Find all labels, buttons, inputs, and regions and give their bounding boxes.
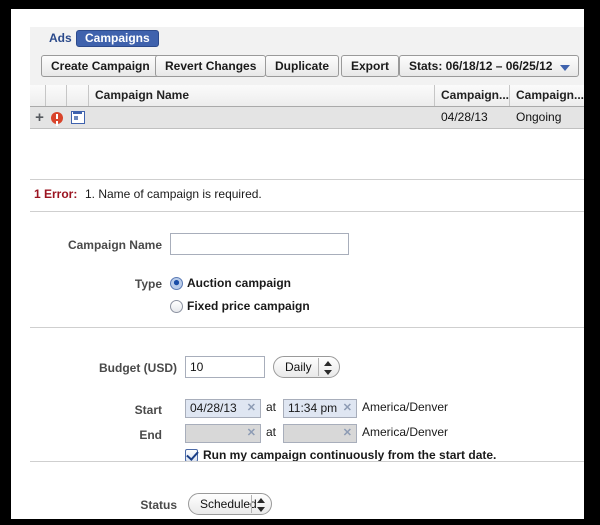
table-cell-date: 04/28/13 [441,110,488,124]
window-content: Ads Campaigns Create Campaign Revert Cha… [30,27,584,519]
start-at-label: at [266,400,277,414]
start-time-value: 11:34 pm [288,401,338,415]
table-column-campaign-4[interactable]: Campaign... [435,85,510,106]
run-continuously-label: Run my campaign continuously from the st… [203,448,497,462]
budget-label: Budget (USD) [99,361,177,375]
revert-changes-button[interactable]: Revert Changes [155,55,267,77]
start-label: Start [134,403,162,417]
divider-above-status [30,461,584,462]
end-label: End [139,428,162,442]
stepper-arrows-icon[interactable] [324,361,333,375]
clear-x-icon[interactable]: ✕ [247,427,256,440]
budget-input[interactable] [185,356,265,378]
error-circle-icon [51,112,63,124]
radio-fixed-price-indicator[interactable] [170,300,183,313]
table-column-type-icon[interactable] [67,85,89,106]
end-date-input[interactable]: ✕ [185,424,261,443]
clear-x-icon[interactable]: ✕ [343,427,352,440]
type-label: Type [134,277,162,291]
screen: Ads Campaigns Create Campaign Revert Cha… [0,0,600,525]
radio-auction-label: Auction campaign [187,276,292,290]
chevron-down-icon [560,65,571,71]
stats-date-range-button[interactable]: Stats: 06/18/12 – 06/25/12 [399,55,580,77]
end-at-label: at [266,425,277,439]
tab-ads[interactable]: Ads [41,30,80,47]
table-empty-area [30,129,584,179]
end-time-input[interactable]: ✕ [283,424,357,443]
radio-fixed-price-label: Fixed price campaign [187,299,310,313]
select-divider [318,358,319,376]
toolbar: Create Campaign Revert Changes Duplicate… [30,49,584,86]
create-campaign-button[interactable]: Create Campaign [41,55,160,77]
plus-icon[interactable]: + [33,110,46,125]
status-value: Scheduled [200,497,257,511]
calendar-icon[interactable] [71,111,85,124]
radio-auction-indicator[interactable] [170,277,183,290]
select-divider [251,495,252,513]
stepper-arrows-icon[interactable] [257,498,266,512]
application-window: Ads Campaigns Create Campaign Revert Cha… [11,9,584,519]
start-date-input[interactable]: 04/28/13 ✕ [185,399,261,418]
start-time-input[interactable]: 11:34 pm ✕ [283,399,357,418]
table-column-campaign-5[interactable]: Campaign... [510,85,584,106]
status-label: Status [140,498,177,512]
divider-below-error [30,211,584,212]
error-message: 1. Name of campaign is required. [85,187,262,201]
divider-above-budget [30,327,584,328]
duplicate-button[interactable]: Duplicate [265,55,340,77]
clear-x-icon[interactable]: ✕ [343,402,352,415]
tab-strip: Ads Campaigns [30,27,584,49]
campaign-table-header: Campaign Name Campaign... Campaign... [30,85,584,107]
tab-campaigns[interactable]: Campaigns [76,30,159,47]
budget-period-select[interactable]: Daily [273,356,340,378]
table-row[interactable]: + 04/28/13 Ongoing [30,107,584,129]
start-date-value: 04/28/13 [190,401,237,415]
checkmark-icon [186,448,199,461]
error-bar: 1 Error: 1. Name of campaign is required… [30,180,584,211]
budget-period-value: Daily [285,360,312,374]
export-button[interactable]: Export [341,55,400,77]
campaign-name-label: Campaign Name [67,238,162,252]
start-timezone-label: America/Denver [362,400,449,414]
error-count-label: 1 Error: [34,187,78,201]
end-timezone-label: America/Denver [362,425,449,439]
table-column-campaign-name[interactable]: Campaign Name [89,85,435,106]
campaign-name-input[interactable] [170,233,349,255]
stats-date-range-label: Stats: 06/18/12 – 06/25/12 [409,59,553,73]
clear-x-icon[interactable]: ✕ [247,402,256,415]
table-column-status-icon[interactable] [46,85,67,106]
status-select[interactable]: Scheduled [188,493,272,515]
table-cell-status: Ongoing [516,110,562,124]
table-column-expand[interactable] [30,85,46,106]
